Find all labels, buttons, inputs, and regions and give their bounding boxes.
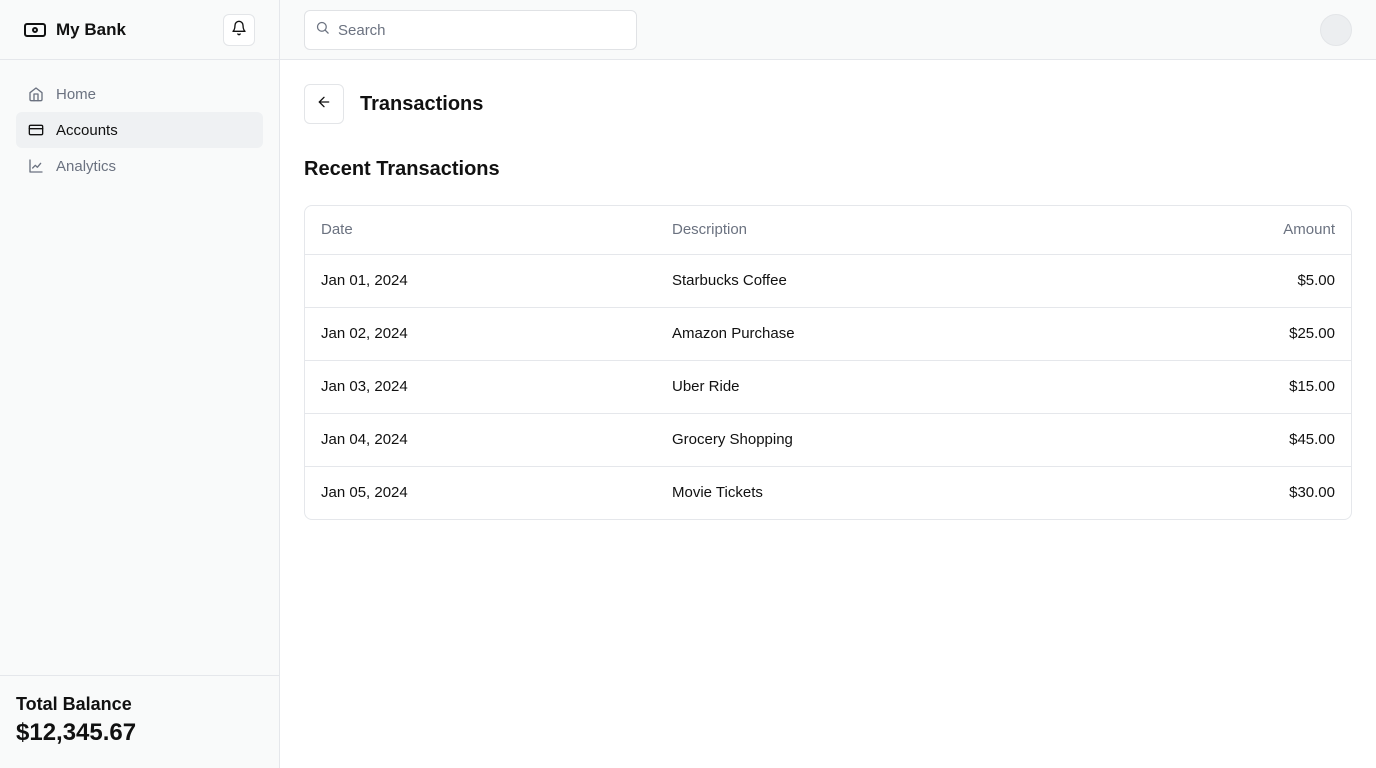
back-button[interactable] xyxy=(304,84,344,124)
cell-amount: $30.00 xyxy=(1289,484,1335,502)
cell-description: Grocery Shopping xyxy=(656,413,1056,467)
arrow-left-icon xyxy=(316,94,332,115)
search-icon xyxy=(315,20,330,40)
notifications-button[interactable] xyxy=(223,14,255,46)
credit-card-icon xyxy=(28,122,44,138)
sidebar-item-label: Analytics xyxy=(56,157,117,175)
cell-date: Jan 04, 2024 xyxy=(305,413,656,467)
sidebar-item-label: Accounts xyxy=(56,121,118,139)
cell-description: Movie Tickets xyxy=(672,484,763,502)
cell-description: Amazon Purchase xyxy=(656,307,1056,361)
section-title: Recent Transactions xyxy=(304,158,500,180)
cell-amount: $45.00 xyxy=(1056,413,1351,467)
table-row[interactable]: Jan 03, 2024 Uber Ride $15.00 xyxy=(305,360,1351,414)
balance-value: $12,345.67 xyxy=(16,719,137,746)
sidebar-item-analytics[interactable]: Analytics xyxy=(16,148,263,184)
column-header-date: Date xyxy=(305,206,656,255)
cell-description: Uber Ride xyxy=(656,360,1056,414)
topbar xyxy=(280,0,1376,60)
sidebar-header: My Bank xyxy=(0,0,279,60)
table-row[interactable]: Jan 02, 2024 Amazon Purchase $25.00 xyxy=(305,307,1351,361)
sidebar-item-label: Home xyxy=(56,85,97,103)
cell-amount: $5.00 xyxy=(1056,254,1351,308)
cell-amount: $15.00 xyxy=(1056,360,1351,414)
brand-name: My Bank xyxy=(56,19,126,39)
table-row[interactable]: Jan 05, 2024 Movie Tickets $30.00 xyxy=(305,466,1351,519)
cell-date: Jan 02, 2024 xyxy=(305,307,656,361)
table-row[interactable]: Jan 01, 2024 Starbucks Coffee $5.00 xyxy=(305,254,1351,308)
avatar[interactable] xyxy=(1320,14,1352,46)
banknote-icon xyxy=(24,22,46,38)
table-header-row: Date Description Amount xyxy=(305,206,1351,255)
table-row[interactable]: Jan 04, 2024 Grocery Shopping $45.00 xyxy=(305,413,1351,467)
cell-date: Jan 01, 2024 xyxy=(305,254,656,308)
cell-description: Starbucks Coffee xyxy=(656,254,1056,308)
bell-icon xyxy=(231,20,247,41)
transactions-table: Date Description Amount Jan 01, 2024 Sta… xyxy=(304,205,1352,520)
page-header: Transactions xyxy=(304,84,1352,124)
brand[interactable]: My Bank xyxy=(24,20,126,40)
cell-amount: $25.00 xyxy=(1056,307,1351,361)
cell-date: Jan 05, 2024 xyxy=(321,484,408,502)
sidebar-item-home[interactable]: Home xyxy=(16,76,263,112)
line-chart-icon xyxy=(28,158,44,174)
page-title: Transactions xyxy=(360,92,484,115)
balance-label: Total Balance xyxy=(16,694,132,714)
column-header-description: Description xyxy=(656,206,1056,255)
search-input[interactable] xyxy=(338,21,618,39)
sidebar: My Bank Home Accounts Analytics Total Ba… xyxy=(0,0,280,768)
sidebar-nav: Home Accounts Analytics xyxy=(0,60,279,200)
column-header-amount: Amount xyxy=(1056,206,1351,255)
sidebar-item-accounts[interactable]: Accounts xyxy=(16,112,263,148)
balance-summary: Total Balance $12,345.67 xyxy=(0,675,279,768)
search-box[interactable] xyxy=(304,10,637,50)
cell-date: Jan 03, 2024 xyxy=(305,360,656,414)
home-icon xyxy=(28,86,44,102)
main-content: Transactions Recent Transactions Date De… xyxy=(304,84,1352,520)
